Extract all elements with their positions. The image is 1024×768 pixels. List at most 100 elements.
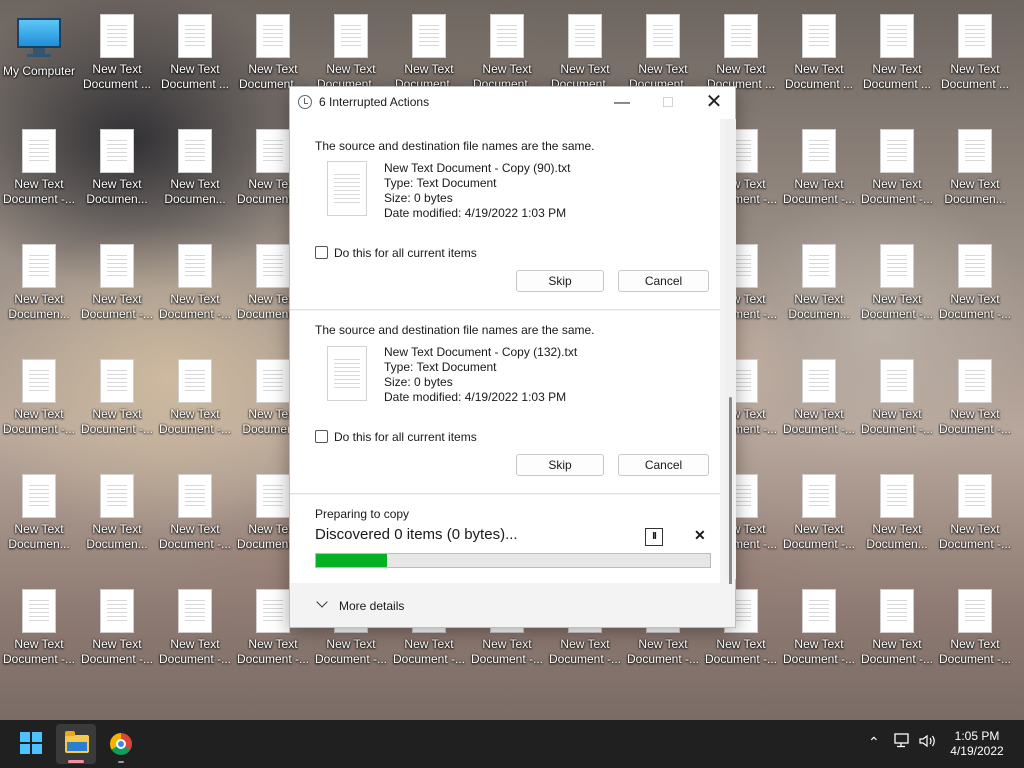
- text-file-icon: [958, 589, 992, 633]
- scrollbar[interactable]: [726, 119, 736, 597]
- stop-icon[interactable]: ✕: [694, 527, 706, 544]
- desktop-icon-text-document[interactable]: New Text Document -...: [78, 236, 156, 346]
- desktop-icon-text-document[interactable]: New Text Documen...: [780, 236, 858, 346]
- desktop-icon-text-document[interactable]: New Text Document -...: [78, 351, 156, 461]
- file-info[interactable]: New Text Document - Copy (90).txt Type: …: [384, 161, 571, 221]
- text-file-icon: [256, 244, 290, 288]
- desktop-icon-text-document[interactable]: New Text Documen...: [936, 121, 1014, 231]
- cancel-button[interactable]: Cancel: [618, 454, 709, 476]
- text-file-icon: [178, 14, 212, 58]
- desktop-icon-label: New Text: [638, 62, 688, 76]
- more-details-label: More details: [339, 599, 405, 613]
- checkbox-box[interactable]: [315, 246, 328, 259]
- desktop-icon-label: New Text: [404, 62, 454, 76]
- desktop-icon-text-document[interactable]: New Text Document -...: [78, 581, 156, 691]
- conflict-heading: The source and destination file names ar…: [315, 139, 595, 153]
- checkbox-box[interactable]: [315, 430, 328, 443]
- desktop-icon-text-document[interactable]: New Text Document -...: [156, 236, 234, 346]
- desktop-icon-text-document[interactable]: New Text Document -...: [780, 121, 858, 231]
- desktop-icon-text-document[interactable]: New Text Document ...: [780, 6, 858, 116]
- text-file-icon: [22, 359, 56, 403]
- text-file-icon: [178, 589, 212, 633]
- desktop-icon-text-document[interactable]: New Text Document -...: [0, 121, 78, 231]
- desktop-icon-label: New Text: [950, 522, 1000, 536]
- desktop-icon-label: Documen...: [164, 192, 226, 206]
- desktop-icon-text-document[interactable]: New Text Document -...: [858, 581, 936, 691]
- maximize-button[interactable]: □: [645, 87, 691, 119]
- file-info[interactable]: New Text Document - Copy (132).txt Type:…: [384, 345, 577, 405]
- network-icon[interactable]: [894, 733, 912, 752]
- system-clock[interactable]: 1:05 PM 4/19/2022: [940, 729, 1014, 759]
- desktop-icon-text-document[interactable]: New Text Documen...: [858, 466, 936, 576]
- skip-button[interactable]: Skip: [516, 270, 604, 292]
- desktop-icon-my-computer[interactable]: My Computer: [0, 6, 78, 116]
- desktop-icon-label: New Text: [248, 62, 298, 76]
- file-type: Type: Text Document: [384, 176, 497, 190]
- desktop-icon-label: Document -...: [2, 652, 76, 666]
- more-details-toggle[interactable]: More details: [290, 584, 735, 627]
- desktop-icon-text-document[interactable]: New Text Documen...: [78, 466, 156, 576]
- progress-fill: [316, 554, 387, 567]
- text-file-icon: [802, 129, 836, 173]
- apply-all-checkbox[interactable]: Do this for all current items: [315, 246, 477, 260]
- desktop-icon-label: Document -...: [782, 422, 856, 436]
- file-date: Date modified: 4/19/2022 1:03 PM: [384, 390, 567, 404]
- desktop-icon-text-document[interactable]: New Text Document -...: [0, 351, 78, 461]
- desktop-icon-label: New Text: [14, 407, 64, 421]
- dialog-titlebar[interactable]: 6 Interrupted Actions — □ ✕: [290, 87, 735, 119]
- windows-start-icon[interactable]: [12, 724, 52, 764]
- text-file-icon: [327, 161, 367, 216]
- desktop-icon-label: Document -...: [470, 652, 544, 666]
- desktop-icon-text-document[interactable]: New Text Document -...: [858, 351, 936, 461]
- desktop-icon-text-document[interactable]: New Text Documen...: [78, 121, 156, 231]
- volume-icon[interactable]: [918, 733, 938, 752]
- close-button[interactable]: ✕: [691, 87, 737, 119]
- desktop-icon-text-document[interactable]: New Text Document -...: [780, 466, 858, 576]
- desktop-icon-label: New Text: [638, 637, 688, 651]
- skip-button[interactable]: Skip: [516, 454, 604, 476]
- apply-all-checkbox[interactable]: Do this for all current items: [315, 430, 477, 444]
- desktop-icon-label: Document ...: [82, 77, 152, 91]
- desktop-icon-text-document[interactable]: New Text Document -...: [0, 581, 78, 691]
- desktop-icon-label: Document -...: [938, 422, 1012, 436]
- desktop-icon-label: Document -...: [158, 652, 232, 666]
- progress-detail: Discovered 0 items (0 bytes)...: [315, 526, 518, 543]
- text-file-icon: [568, 14, 602, 58]
- desktop-icon-text-document[interactable]: New Text Documen...: [156, 121, 234, 231]
- desktop-icon-text-document[interactable]: New Text Documen...: [0, 236, 78, 346]
- chevron-up-icon[interactable]: ⌃: [868, 734, 880, 751]
- text-file-icon: [880, 474, 914, 518]
- desktop-icon-text-document[interactable]: New Text Document ...: [78, 6, 156, 116]
- text-file-icon: [802, 589, 836, 633]
- text-file-icon: [334, 14, 368, 58]
- conflict-item: The source and destination file names ar…: [290, 311, 720, 494]
- desktop-icon-text-document[interactable]: New Text Document -...: [858, 236, 936, 346]
- desktop-icon-label: Documen...: [8, 307, 70, 321]
- file-explorer-icon[interactable]: [56, 724, 96, 764]
- desktop-icon-text-document[interactable]: New Text Document -...: [936, 236, 1014, 346]
- minimize-button[interactable]: —: [599, 87, 645, 119]
- chrome-icon[interactable]: [101, 724, 141, 764]
- desktop-icon-text-document[interactable]: New Text Document ...: [936, 6, 1014, 116]
- desktop-icon-text-document[interactable]: New Text Document ...: [858, 6, 936, 116]
- desktop-icon-text-document[interactable]: New Text Document -...: [156, 581, 234, 691]
- file-date: Date modified: 4/19/2022 1:03 PM: [384, 206, 567, 220]
- desktop-icon-text-document[interactable]: New Text Document -...: [936, 351, 1014, 461]
- desktop-icon-label: Document -...: [782, 537, 856, 551]
- desktop-icon-text-document[interactable]: New Text Document -...: [936, 581, 1014, 691]
- cancel-button[interactable]: Cancel: [618, 270, 709, 292]
- desktop-icon-label: New Text: [170, 407, 220, 421]
- scrollbar-thumb[interactable]: [729, 397, 732, 597]
- desktop-icon-text-document[interactable]: New Text Documen...: [0, 466, 78, 576]
- desktop-icon-text-document[interactable]: New Text Document -...: [858, 121, 936, 231]
- desktop-icon-text-document[interactable]: New Text Document -...: [780, 351, 858, 461]
- desktop-icon-text-document[interactable]: New Text Document -...: [156, 351, 234, 461]
- desktop-icon-text-document[interactable]: New Text Document ...: [156, 6, 234, 116]
- desktop-icon-label: Documen...: [788, 307, 850, 321]
- desktop-icon-text-document[interactable]: New Text Document -...: [936, 466, 1014, 576]
- desktop-icon-text-document[interactable]: New Text Document -...: [780, 581, 858, 691]
- desktop-icon-label: New Text: [794, 522, 844, 536]
- desktop-icon-text-document[interactable]: New Text Document -...: [156, 466, 234, 576]
- desktop-icon-label: New Text: [872, 62, 922, 76]
- pause-button[interactable]: II: [645, 528, 663, 546]
